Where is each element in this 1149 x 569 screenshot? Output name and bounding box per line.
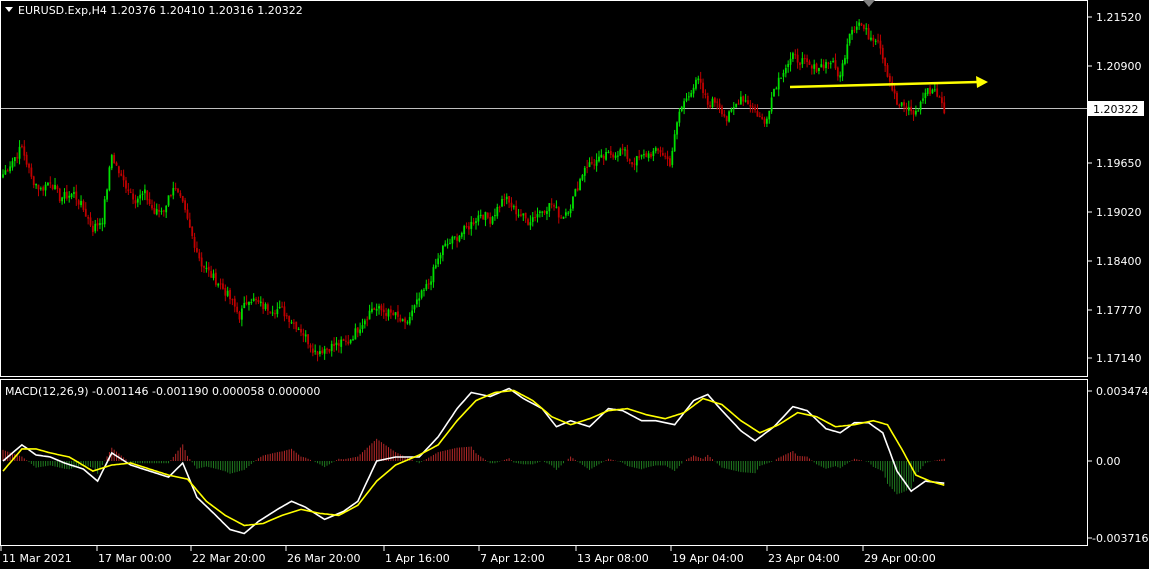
- time-tick: 19 Apr 04:00: [672, 552, 744, 565]
- price-tick: 1.17770: [1096, 304, 1142, 317]
- candle: [574, 188, 577, 197]
- candle: [110, 153, 113, 171]
- macd-tick: -0.003716: [1092, 532, 1148, 545]
- svg-text:1.20322: 1.20322: [1093, 103, 1139, 116]
- time-tick: 23 Apr 04:00: [768, 552, 840, 565]
- candle: [103, 195, 106, 228]
- candle: [886, 63, 889, 78]
- trading-chart[interactable]: EURUSD.Exp,H4 1.20376 1.20410 1.20316 1.…: [0, 0, 1149, 569]
- price-tick: 1.18400: [1096, 255, 1142, 268]
- time-tick: 26 Mar 20:00: [287, 552, 360, 565]
- time-tick: 29 Apr 00:00: [864, 552, 936, 565]
- macd-label: MACD(12,26,9) -0.001146 -0.001190 0.0000…: [5, 385, 320, 398]
- time-tick: 17 Mar 00:00: [98, 552, 171, 565]
- candle: [815, 62, 818, 73]
- time-tick: 1 Apr 16:00: [385, 552, 450, 565]
- time-tick: 13 Apr 08:00: [577, 552, 649, 565]
- current-price-badge: 1.20322: [1088, 101, 1144, 116]
- candle: [58, 187, 61, 203]
- time-tick: 7 Apr 12:00: [480, 552, 545, 565]
- candle: [167, 195, 170, 207]
- time-tick: 11 Mar 2021: [2, 552, 72, 565]
- candle: [728, 110, 730, 123]
- symbol-info: EURUSD.Exp,H4 1.20376 1.20410 1.20316 1.…: [18, 4, 303, 17]
- price-tick: 1.19020: [1096, 206, 1142, 219]
- candle: [482, 214, 484, 220]
- macd-tick: 0.00: [1096, 455, 1121, 468]
- candle: [562, 216, 565, 219]
- candle: [773, 88, 775, 97]
- candle: [491, 215, 494, 225]
- candle: [579, 177, 581, 191]
- candle: [108, 165, 111, 192]
- time-tick: 22 Mar 20:00: [192, 552, 265, 565]
- price-tick: 1.19650: [1096, 157, 1142, 170]
- candle: [896, 90, 898, 106]
- price-tick: 1.17140: [1096, 352, 1142, 365]
- price-tick: 1.21520: [1096, 11, 1142, 24]
- price-tick: 1.20900: [1096, 60, 1142, 73]
- macd-tick: 0.003474: [1096, 385, 1149, 398]
